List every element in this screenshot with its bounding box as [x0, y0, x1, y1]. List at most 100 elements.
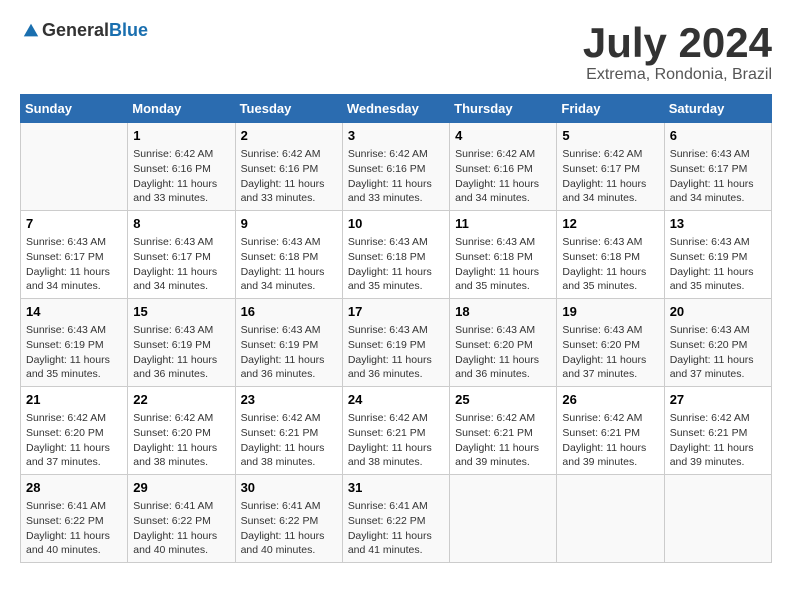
- day-info: and 40 minutes.: [133, 543, 229, 558]
- day-number: 11: [455, 215, 551, 233]
- day-info: and 33 minutes.: [133, 191, 229, 206]
- calendar-cell: 30Sunrise: 6:41 AMSunset: 6:22 PMDayligh…: [235, 474, 342, 562]
- day-info: Sunrise: 6:42 AM: [241, 411, 337, 426]
- calendar-row-4: 28Sunrise: 6:41 AMSunset: 6:22 PMDayligh…: [21, 474, 772, 562]
- calendar-cell: 11Sunrise: 6:43 AMSunset: 6:18 PMDayligh…: [450, 211, 557, 299]
- calendar-row-1: 7Sunrise: 6:43 AMSunset: 6:17 PMDaylight…: [21, 211, 772, 299]
- day-info: Sunset: 6:21 PM: [348, 426, 444, 441]
- day-info: Sunset: 6:17 PM: [670, 162, 766, 177]
- day-info: Daylight: 11 hours: [455, 441, 551, 456]
- day-info: and 40 minutes.: [26, 543, 122, 558]
- day-info: and 35 minutes.: [348, 279, 444, 294]
- day-info: Sunrise: 6:43 AM: [241, 235, 337, 250]
- day-info: and 34 minutes.: [562, 191, 658, 206]
- day-number: 12: [562, 215, 658, 233]
- day-info: Daylight: 11 hours: [670, 177, 766, 192]
- day-info: Sunrise: 6:42 AM: [455, 147, 551, 162]
- day-number: 19: [562, 303, 658, 321]
- day-info: and 36 minutes.: [241, 367, 337, 382]
- day-info: Sunrise: 6:42 AM: [241, 147, 337, 162]
- header-cell-monday: Monday: [128, 95, 235, 123]
- day-info: Sunrise: 6:42 AM: [562, 411, 658, 426]
- day-number: 25: [455, 391, 551, 409]
- day-info: Daylight: 11 hours: [26, 353, 122, 368]
- header-cell-friday: Friday: [557, 95, 664, 123]
- day-info: Sunset: 6:17 PM: [562, 162, 658, 177]
- day-info: Sunset: 6:20 PM: [26, 426, 122, 441]
- day-info: Daylight: 11 hours: [241, 529, 337, 544]
- day-number: 26: [562, 391, 658, 409]
- day-info: Sunrise: 6:43 AM: [455, 323, 551, 338]
- day-number: 30: [241, 479, 337, 497]
- calendar-cell: 13Sunrise: 6:43 AMSunset: 6:19 PMDayligh…: [664, 211, 771, 299]
- day-info: Daylight: 11 hours: [133, 177, 229, 192]
- day-number: 22: [133, 391, 229, 409]
- calendar-cell: 12Sunrise: 6:43 AMSunset: 6:18 PMDayligh…: [557, 211, 664, 299]
- day-info: and 37 minutes.: [670, 367, 766, 382]
- page-subtitle: Extrema, Rondonia, Brazil: [583, 66, 772, 84]
- day-number: 29: [133, 479, 229, 497]
- day-info: Daylight: 11 hours: [133, 529, 229, 544]
- day-info: Daylight: 11 hours: [455, 353, 551, 368]
- day-info: Sunrise: 6:41 AM: [133, 499, 229, 514]
- calendar-row-2: 14 Sunrise: 6:43 AM Sunset: 6:19 PM Dayligh…: [21, 299, 772, 387]
- day-info: Daylight: 11 hours: [133, 265, 229, 280]
- logo-general-text: General: [42, 20, 109, 40]
- day-info: Sunset: 6:16 PM: [133, 162, 229, 177]
- day-number: 17: [348, 303, 444, 321]
- day-info: and 38 minutes.: [133, 455, 229, 470]
- day-info: Sunset: 6:19 PM: [133, 338, 229, 353]
- day-info: and 34 minutes.: [670, 191, 766, 206]
- day-info: Daylight: 11 hours: [26, 265, 122, 280]
- calendar-cell: 28Sunrise: 6:41 AMSunset: 6:22 PMDayligh…: [21, 474, 128, 562]
- day-info: Sunset: 6:21 PM: [562, 426, 658, 441]
- calendar-cell: 21Sunrise: 6:42 AMSunset: 6:20 PMDayligh…: [21, 387, 128, 475]
- calendar-cell: 17Sunrise: 6:43 AMSunset: 6:19 PMDayligh…: [342, 299, 449, 387]
- day-info: Sunrise: 6:42 AM: [348, 147, 444, 162]
- day-number: 14: [26, 303, 122, 321]
- day-info: Daylight: 11 hours: [670, 353, 766, 368]
- day-info: Sunrise: 6:43 AM: [133, 235, 229, 250]
- header-cell-thursday: Thursday: [450, 95, 557, 123]
- day-info: Sunset: 6:22 PM: [133, 514, 229, 529]
- day-info: and 41 minutes.: [348, 543, 444, 558]
- header-cell-wednesday: Wednesday: [342, 95, 449, 123]
- day-info: Daylight: 11 hours: [562, 265, 658, 280]
- day-info: Daylight: 11 hours: [348, 441, 444, 456]
- calendar-cell: 26 Sunrise: 6:42 AMSunset: 6:21 PMDayligh…: [557, 387, 664, 475]
- calendar-cell: 15Sunrise: 6:43 AMSunset: 6:19 PMDayligh…: [128, 299, 235, 387]
- day-info: Daylight: 11 hours: [670, 441, 766, 456]
- day-number: 10: [348, 215, 444, 233]
- day-number: 7: [26, 215, 122, 233]
- day-info: Sunrise: 6:43 AM: [26, 323, 122, 338]
- day-info: Sunrise: 6:41 AM: [26, 499, 122, 514]
- day-number: 27: [670, 391, 766, 409]
- day-info: Daylight: 11 hours: [562, 441, 658, 456]
- calendar-cell: 9Sunrise: 6:43 AMSunset: 6:18 PMDaylight…: [235, 211, 342, 299]
- day-info: Sunrise: 6:42 AM: [348, 411, 444, 426]
- day-info: Sunrise: 6:43 AM: [348, 323, 444, 338]
- calendar-cell: 25Sunrise: 6:42 AMSunset: 6:21 PMDayligh…: [450, 387, 557, 475]
- calendar-cell: 5Sunrise: 6:42 AMSunset: 6:17 PMDaylight…: [557, 123, 664, 211]
- calendar-cell: 31Sunrise: 6:41 AMSunset: 6:22 PMDayligh…: [342, 474, 449, 562]
- day-info: and 39 minutes.: [562, 455, 658, 470]
- calendar-cell: [557, 474, 664, 562]
- day-info: Sunset: 6:17 PM: [26, 250, 122, 265]
- day-info: and 39 minutes.: [455, 455, 551, 470]
- calendar-cell: 3Sunrise: 6:42 AMSunset: 6:16 PMDaylight…: [342, 123, 449, 211]
- day-info: Sunset: 6:18 PM: [455, 250, 551, 265]
- calendar-cell: 24 Sunrise: 6:42 AMSunset: 6:21 PMDayligh…: [342, 387, 449, 475]
- day-info: Daylight: 11 hours: [241, 177, 337, 192]
- day-info: Sunset: 6:21 PM: [455, 426, 551, 441]
- calendar-cell: [21, 123, 128, 211]
- calendar-cell: 23Sunrise: 6:42 AMSunset: 6:21 PMDayligh…: [235, 387, 342, 475]
- calendar-row-0: 1Sunrise: 6:42 AMSunset: 6:16 PMDaylight…: [21, 123, 772, 211]
- day-info: and 34 minutes.: [26, 279, 122, 294]
- calendar-row-3: 21Sunrise: 6:42 AMSunset: 6:20 PMDayligh…: [21, 387, 772, 475]
- calendar-table: SundayMondayTuesdayWednesdayThursdayFrid…: [20, 94, 772, 563]
- day-info: Daylight: 11 hours: [562, 353, 658, 368]
- day-number: 24: [348, 391, 444, 409]
- calendar-cell: 10Sunrise: 6:43 AMSunset: 6:18 PMDayligh…: [342, 211, 449, 299]
- day-number: 1: [133, 127, 229, 145]
- day-info: Sunset: 6:18 PM: [562, 250, 658, 265]
